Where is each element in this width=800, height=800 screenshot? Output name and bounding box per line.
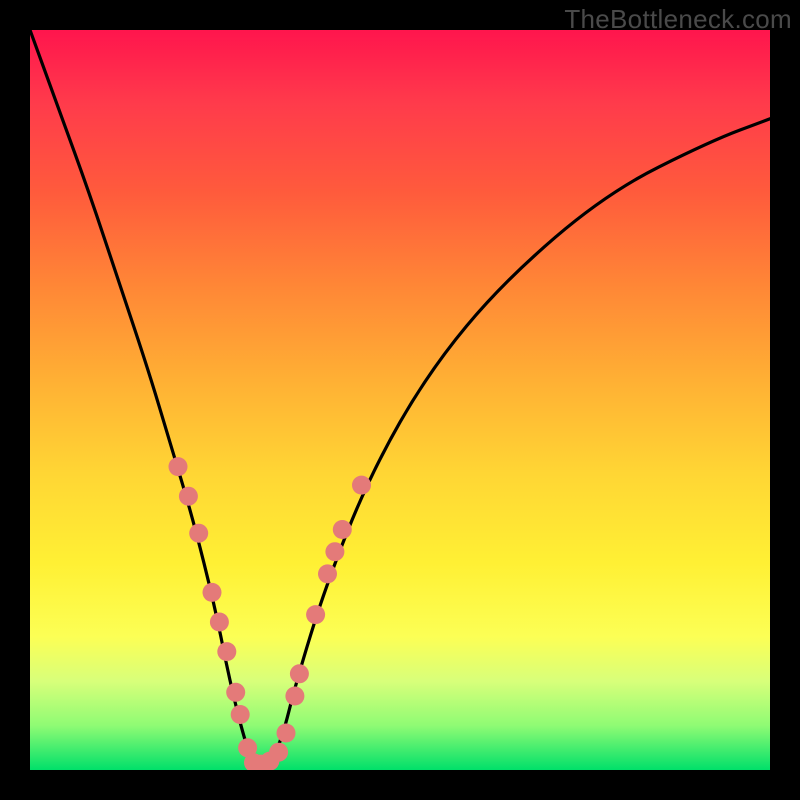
highlight-dot: [269, 743, 288, 762]
highlight-dot: [333, 520, 352, 539]
highlight-dot: [277, 724, 296, 743]
highlight-dot: [203, 583, 222, 602]
highlight-dot: [285, 687, 304, 706]
highlight-dot: [318, 564, 337, 583]
highlight-dot: [210, 613, 229, 632]
chart-frame: TheBottleneck.com: [0, 0, 800, 800]
highlight-dot: [179, 487, 198, 506]
watermark-text: TheBottleneck.com: [564, 4, 792, 35]
highlight-dot: [325, 542, 344, 561]
plot-area: [30, 30, 770, 770]
curve-layer: [30, 30, 770, 770]
highlight-dot: [290, 664, 309, 683]
highlight-dot: [169, 457, 188, 476]
highlight-dots: [169, 457, 372, 770]
highlight-dot: [352, 476, 371, 495]
bottleneck-curve: [30, 30, 770, 770]
highlight-dot: [226, 683, 245, 702]
highlight-dot: [306, 605, 325, 624]
highlight-dot: [189, 524, 208, 543]
highlight-dot: [217, 642, 236, 661]
highlight-dot: [231, 705, 250, 724]
